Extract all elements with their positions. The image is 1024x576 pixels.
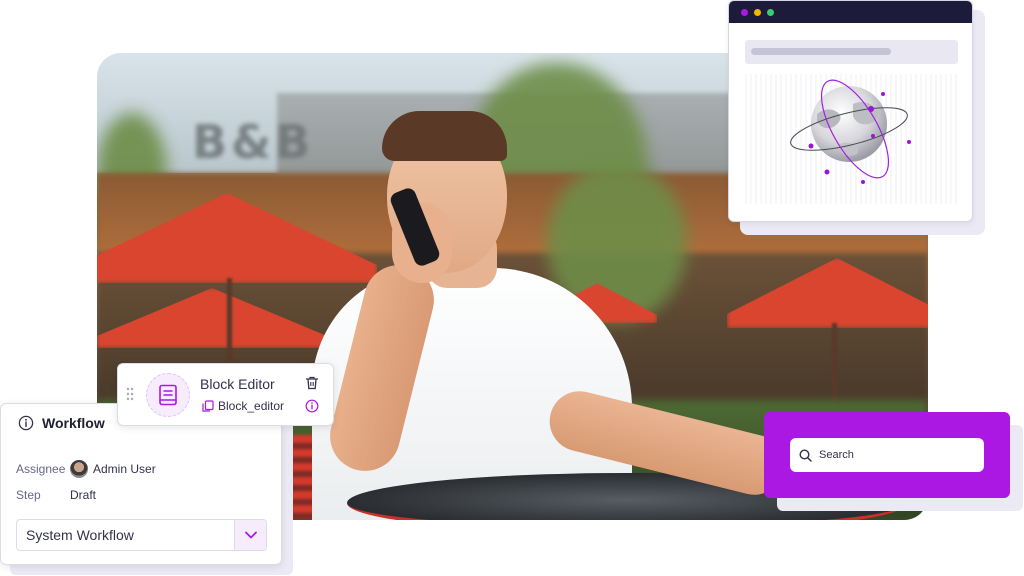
window-dot-minimize bbox=[754, 8, 761, 16]
workflow-select-value: System Workflow bbox=[26, 527, 134, 543]
browser-title-bar bbox=[729, 1, 972, 23]
photo-person-hair bbox=[382, 111, 507, 161]
workflow-header: Workflow bbox=[18, 415, 105, 431]
workflow-step-row: Step Draft bbox=[16, 488, 96, 502]
browser-content-area bbox=[745, 74, 958, 204]
block-editor-icon-badge bbox=[146, 373, 190, 417]
browser-window-card bbox=[728, 0, 973, 222]
assignee-label: Assignee bbox=[16, 462, 66, 476]
address-placeholder-bar bbox=[751, 48, 891, 55]
block-editor-component: Block_editor bbox=[202, 399, 284, 413]
workflow-title: Workflow bbox=[42, 415, 105, 431]
step-value: Draft bbox=[70, 488, 97, 502]
window-dot-close bbox=[741, 8, 748, 16]
search-card: Search bbox=[764, 412, 1010, 498]
chevron-down-icon bbox=[244, 531, 257, 539]
info-icon bbox=[18, 415, 34, 431]
search-input[interactable]: Search bbox=[790, 438, 984, 472]
search-icon bbox=[799, 448, 812, 462]
workflow-select-toggle[interactable] bbox=[234, 520, 266, 550]
window-dot-maximize bbox=[767, 8, 774, 16]
assignee-value[interactable]: Admin User bbox=[93, 462, 156, 476]
copy-icon bbox=[202, 400, 214, 412]
block-editor-title: Block Editor bbox=[200, 376, 275, 392]
block-editor-component-name: Block_editor bbox=[218, 399, 285, 413]
workflow-panel: Workflow Assignee Admin User Step Draft … bbox=[0, 403, 282, 565]
browser-address-bar bbox=[745, 40, 958, 64]
search-placeholder: Search bbox=[819, 449, 854, 461]
step-label: Step bbox=[16, 488, 41, 502]
globe-icon bbox=[790, 79, 911, 184]
drag-handle-icon[interactable] bbox=[126, 387, 134, 401]
workflow-select[interactable]: System Workflow bbox=[16, 519, 267, 551]
photo-building-sign: B&B bbox=[192, 115, 315, 169]
info-icon[interactable] bbox=[305, 399, 319, 413]
book-icon bbox=[159, 384, 177, 406]
avatar bbox=[70, 460, 88, 478]
workflow-assignee-row: Assignee Admin User bbox=[16, 460, 156, 478]
block-editor-card[interactable]: Block Editor Block_editor bbox=[117, 363, 334, 426]
trash-icon[interactable] bbox=[305, 376, 319, 390]
